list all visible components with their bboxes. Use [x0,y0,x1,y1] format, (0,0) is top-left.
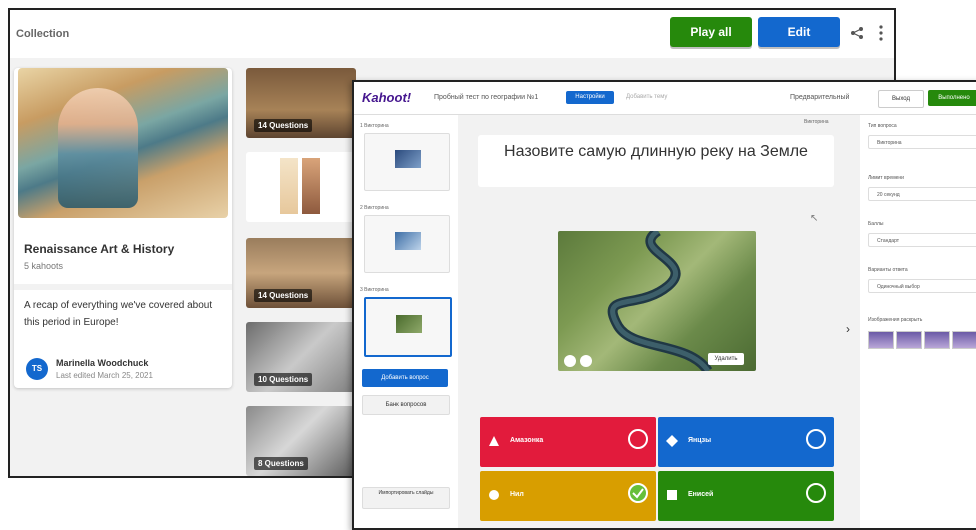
question-count-badge: 10 Questions [254,373,313,386]
cover-painting-figure [58,88,138,208]
correct-toggle[interactable] [806,483,826,503]
question-text: Назовите самую длинную реку на Земле [504,143,808,160]
avatar: TS [26,358,48,380]
more-options-icon[interactable] [878,24,884,42]
slide-label: 1 Викторина [360,123,389,129]
question-count-badge: 8 Questions [254,457,308,470]
edit-button[interactable]: Edit [758,17,840,47]
mouse-cursor-icon: ↖ [810,213,819,224]
card-divider [14,284,232,290]
kahoot-thumbnail[interactable]: 14 Questions [246,238,356,308]
author-name: Marinella Woodchuck [56,358,149,368]
answer-option-blue[interactable]: Янцзы [658,417,834,467]
share-icon[interactable] [850,26,864,40]
diamond-icon [666,435,678,447]
settings-button[interactable]: Настройки [566,91,614,104]
answer-text: Амазонка [510,437,544,444]
image-replace-icon[interactable] [580,355,592,367]
answer-options-select[interactable]: Одиночный выбор [868,279,976,293]
kahoot-title[interactable]: Пробный тест по географии №1 [434,94,538,101]
correct-toggle[interactable] [806,429,826,449]
collection-card-title: Renaissance Art & History [24,242,175,256]
image-edit-icon[interactable] [564,355,576,367]
answer-option-red[interactable]: Амазонка [480,417,656,467]
slide-label: 2 Викторина [360,205,389,211]
cover-image [18,68,228,218]
settings-panel: Тип вопроса Викторина Лимит времени 20 с… [860,115,976,528]
question-type-select[interactable]: Викторина [868,135,976,149]
collection-card-count: 5 kahoots [24,261,64,271]
answer-text: Нил [510,491,524,498]
setting-label: Варианты ответа [868,267,908,273]
correct-toggle[interactable] [628,429,648,449]
kahoot-thumbnail[interactable]: 8 Questions [246,406,356,476]
answer-option-green[interactable]: Енисей [658,471,834,521]
question-image[interactable]: Удалить [558,231,756,371]
answer-text: Янцзы [688,437,712,444]
play-all-button[interactable]: Play all [670,17,752,47]
question-canvas: Викторина Назовите самую длинную реку на… [464,115,840,528]
media-thumbnail[interactable] [868,331,894,349]
slide-image [396,315,422,333]
collection-description: A recap of everything we've covered abou… [24,300,213,328]
slide-thumbnail [364,297,452,357]
setting-label: Тип вопроса [868,123,897,129]
slide-thumbnail [364,215,450,273]
chevron-right-icon[interactable]: › [846,322,850,336]
theme-button[interactable]: Добавить тему [626,94,667,100]
preview-button[interactable]: Предварительный [790,94,849,101]
thumbnail-page [302,158,320,214]
media-thumbnail[interactable] [952,331,976,349]
kahoot-logo: Kahoot! [362,90,412,105]
done-button[interactable]: Выполнено [928,90,976,106]
question-input[interactable]: Назовите самую длинную реку на Земле [478,135,834,187]
setting-label: Изображения раскрыть [868,317,923,323]
import-slides-button[interactable]: Импортировать слайды [362,487,450,509]
slide-label: 3 Викторина [360,287,389,293]
editor-top-bar: Kahoot! Пробный тест по географии №1 Нас… [354,82,976,115]
circle-icon [489,490,499,500]
slide-thumbnail [364,133,450,191]
slide-image [395,232,421,250]
thumbnail-page [280,158,298,214]
square-icon [667,490,677,500]
add-question-button[interactable]: Добавить вопрос [362,369,448,387]
answer-option-yellow[interactable]: Нил [480,471,656,521]
setting-label: Лимит времени [868,175,904,181]
time-limit-select[interactable]: 20 секунд [868,187,976,201]
media-thumbnail[interactable] [924,331,950,349]
question-type-label: Викторина [804,119,829,125]
last-edited: Last edited March 25, 2021 [56,371,153,380]
question-bank-button[interactable]: Банк вопросов [362,395,450,415]
triangle-icon [489,436,499,446]
image-delete-button[interactable]: Удалить [708,353,744,365]
collection-card[interactable]: Renaissance Art & History 5 kahoots A re… [14,68,232,388]
exit-button[interactable]: Выход [878,90,924,108]
setting-label: Баллы [868,221,884,227]
kahoot-thumbnail[interactable] [246,152,356,222]
slide-image [395,150,421,168]
kahoot-thumbnail[interactable]: 14 Questions [246,68,356,138]
kahoot-thumbnail[interactable]: 10 Questions [246,322,356,392]
question-count-badge: 14 Questions [254,289,313,302]
points-select[interactable]: Стандарт [868,233,976,247]
kahoot-editor-window: Kahoot! Пробный тест по географии №1 Нас… [352,80,976,530]
question-count-badge: 14 Questions [254,119,313,132]
slide-sidebar: 1 Викторина 2 Викторина 3 Викторина Доба… [354,115,458,528]
media-thumbnail[interactable] [896,331,922,349]
answer-text: Енисей [688,491,714,498]
collection-title: Collection [16,28,70,40]
correct-check-icon[interactable] [628,483,648,503]
river-illustration [607,231,713,371]
collection-header: Collection Play all Edit [10,10,894,58]
